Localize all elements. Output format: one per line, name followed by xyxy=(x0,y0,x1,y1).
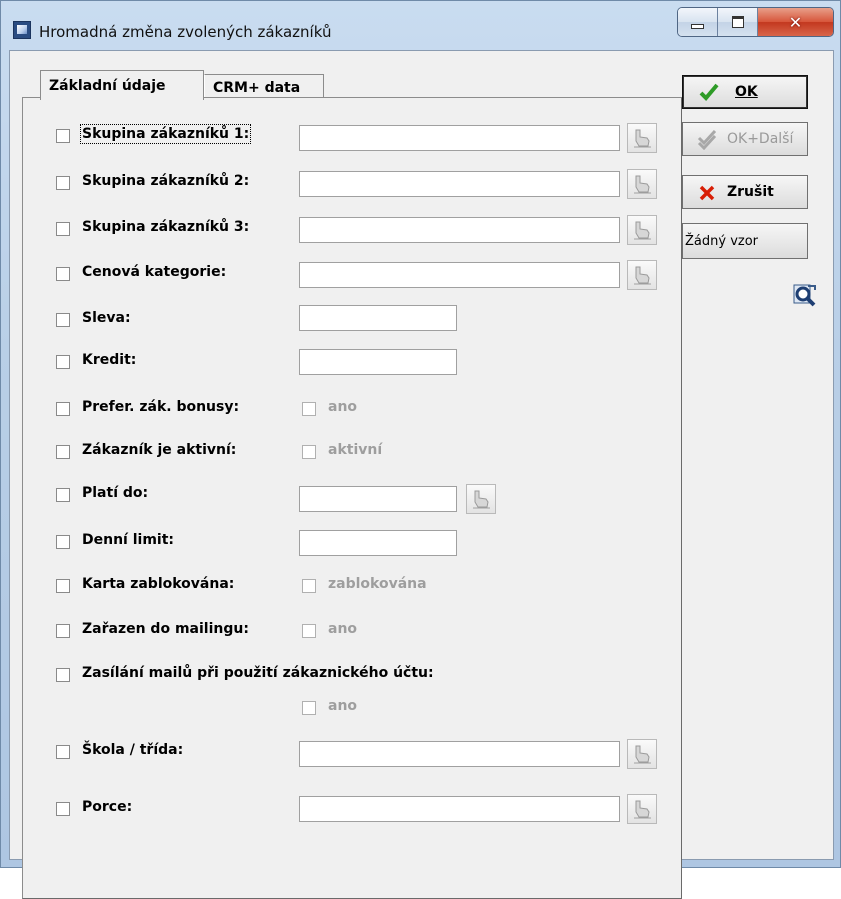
zakaznik-aktivni-option-checkbox[interactable] xyxy=(302,445,316,459)
zasilani-mailu-option-label: ano xyxy=(328,698,358,714)
field-label-sleva: Sleva: xyxy=(82,310,131,326)
field-checkbox-skola-trida[interactable] xyxy=(56,745,70,759)
x-icon xyxy=(699,185,715,201)
karta-zablokovana-option-checkbox[interactable] xyxy=(302,579,316,593)
cenova-kategorie-input[interactable] xyxy=(299,262,620,288)
picker-hand-icon xyxy=(634,745,651,764)
plati-do-input[interactable] xyxy=(299,486,457,512)
zakaznik-aktivni-option-label: aktivní xyxy=(328,442,383,458)
field-label-zakaznik-aktivni: Zákazník je aktivní: xyxy=(82,442,237,458)
skola-trida-input[interactable] xyxy=(299,741,620,767)
field-label-mailing: Zařazen do mailingu: xyxy=(82,621,249,637)
field-checkbox-skupina-2[interactable] xyxy=(56,176,70,190)
field-checkbox-cenova-kategorie[interactable] xyxy=(56,267,70,281)
field-checkbox-karta-zablokovana[interactable] xyxy=(56,579,70,593)
title-bar[interactable]: Hromadná změna zvolených zákazníků ✕ xyxy=(1,1,841,49)
skola-trida-picker-button[interactable] xyxy=(627,739,657,769)
picker-hand-icon xyxy=(634,175,651,194)
field-label-porce: Porce: xyxy=(82,799,133,815)
field-label-karta-zablokovana: Karta zablokována: xyxy=(82,576,235,592)
skupina-2-picker-button[interactable] xyxy=(627,169,657,199)
karta-zablokovana-option-label: zablokována xyxy=(328,576,427,592)
field-checkbox-zasilani-mailu[interactable] xyxy=(56,668,70,682)
cancel-label: Zrušit xyxy=(727,184,774,200)
cenova-kategorie-picker-button[interactable] xyxy=(627,260,657,290)
porce-picker-button[interactable] xyxy=(627,794,657,824)
field-checkbox-porce[interactable] xyxy=(56,802,70,816)
skupina-1-picker-button[interactable] xyxy=(627,123,657,153)
close-icon: ✕ xyxy=(788,12,803,32)
field-checkbox-denni-limit[interactable] xyxy=(56,535,70,549)
minimize-icon xyxy=(691,23,704,29)
field-label-skupina-1: Skupina zákazníků 1: xyxy=(79,124,252,144)
maximize-button[interactable] xyxy=(718,8,758,36)
field-label-kredit: Kredit: xyxy=(82,352,137,368)
sleva-input[interactable] xyxy=(299,305,457,331)
template-button[interactable]: Žádný vzor xyxy=(682,223,808,259)
kredit-input[interactable] xyxy=(299,349,457,375)
cancel-button[interactable]: Zrušit xyxy=(682,175,808,209)
picker-hand-icon xyxy=(634,800,651,819)
prefer-bonusy-option-label: ano xyxy=(328,399,358,415)
skupina-2-input[interactable] xyxy=(299,171,620,197)
field-checkbox-skupina-1[interactable] xyxy=(56,129,70,143)
ok-dalsi-button[interactable]: OK+Další xyxy=(682,122,808,156)
field-checkbox-kredit[interactable] xyxy=(56,355,70,369)
field-label-denni-limit: Denní limit: xyxy=(82,532,174,548)
caption-buttons: ✕ xyxy=(677,7,834,37)
zasilani-mailu-option-checkbox[interactable] xyxy=(302,701,316,715)
app-icon xyxy=(13,21,31,39)
skupina-1-input[interactable] xyxy=(299,125,620,151)
field-checkbox-skupina-3[interactable] xyxy=(56,222,70,236)
skupina-3-input[interactable] xyxy=(299,217,620,243)
field-checkbox-prefer-bonusy[interactable] xyxy=(56,402,70,416)
picker-hand-icon xyxy=(473,490,490,509)
tab-zakladni-udaje[interactable]: Základní údaje xyxy=(40,70,204,100)
field-checkbox-sleva[interactable] xyxy=(56,313,70,327)
denni-limit-input[interactable] xyxy=(299,530,457,556)
field-label-skola-trida: Škola / třída: xyxy=(82,742,184,758)
checkmark-icon xyxy=(699,83,719,101)
field-label-plati-do: Platí do: xyxy=(82,485,149,501)
template-label: Žádný vzor xyxy=(685,234,759,249)
field-label-prefer-bonusy: Prefer. zák. bonusy: xyxy=(82,399,240,415)
checkmark-icon xyxy=(697,130,717,150)
dialog-window: Hromadná změna zvolených zákazníků ✕ Zák… xyxy=(0,0,841,899)
label-text: Skupina zákazníků 1: xyxy=(79,124,252,144)
maximize-icon xyxy=(731,16,744,28)
window-title: Hromadná změna zvolených zákazníků xyxy=(39,23,332,41)
porce-input[interactable] xyxy=(299,796,620,822)
plati-do-picker-button[interactable] xyxy=(466,484,496,514)
picker-hand-icon xyxy=(634,266,651,285)
field-label-cenova-kategorie: Cenová kategorie: xyxy=(82,264,227,280)
tab-label: CRM+ data xyxy=(213,79,301,96)
picker-hand-icon xyxy=(634,129,651,148)
tab-label: Základní údaje xyxy=(49,77,166,94)
field-label-skupina-3: Skupina zákazníků 3: xyxy=(82,219,250,235)
skupina-3-picker-button[interactable] xyxy=(627,215,657,245)
field-label-skupina-2: Skupina zákazníků 2: xyxy=(82,173,250,189)
field-checkbox-zakaznik-aktivni[interactable] xyxy=(56,445,70,459)
picker-hand-icon xyxy=(634,221,651,240)
field-label-zasilani-mailu: Zasílání mailů při použití zákaznického … xyxy=(82,665,434,681)
dialog-client-area: Základní údaje CRM+ data Skupina zákazní… xyxy=(9,50,834,899)
mailing-option-label: ano xyxy=(328,621,358,637)
field-checkbox-plati-do[interactable] xyxy=(56,488,70,502)
prefer-bonusy-option-checkbox[interactable] xyxy=(302,402,316,416)
ok-label: OK xyxy=(735,84,758,100)
field-checkbox-mailing[interactable] xyxy=(56,624,70,638)
close-button[interactable]: ✕ xyxy=(758,8,833,36)
template-search-icon[interactable] xyxy=(790,281,818,309)
minimize-button[interactable] xyxy=(678,8,718,36)
ok-dalsi-label: OK+Další xyxy=(727,131,794,147)
mailing-option-checkbox[interactable] xyxy=(302,624,316,638)
template-search-glyph xyxy=(793,284,816,307)
ok-button[interactable]: OK xyxy=(682,75,808,109)
